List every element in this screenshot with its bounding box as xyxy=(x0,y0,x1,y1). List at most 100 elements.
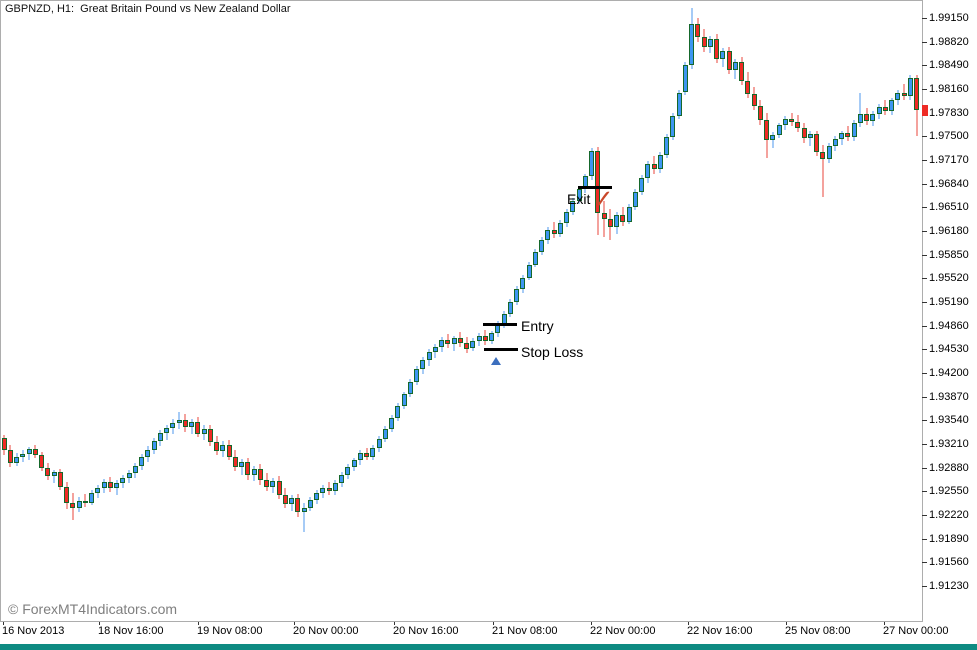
candle-bull xyxy=(777,125,782,134)
candle-bull xyxy=(433,347,438,352)
candle-bear xyxy=(458,338,463,342)
candle-bear xyxy=(914,78,919,110)
bottom-accent-bar xyxy=(0,644,977,650)
candle-bull xyxy=(870,114,875,121)
candle-bear xyxy=(183,420,188,428)
candle-bear xyxy=(58,472,63,487)
candle-bull xyxy=(664,137,669,155)
candle-bull xyxy=(720,51,725,59)
price-axis-label: 1.98820 xyxy=(929,36,969,48)
price-axis-label: 1.94200 xyxy=(929,367,969,379)
candle-bear xyxy=(652,164,657,169)
price-axis-label: 1.94860 xyxy=(929,320,969,332)
candle-bull xyxy=(314,493,319,499)
candle-bull xyxy=(658,155,663,169)
candle-bull xyxy=(389,418,394,429)
candle-bear xyxy=(108,482,113,488)
exit-label[interactable]: Exit xyxy=(567,191,590,207)
candle-bull xyxy=(220,445,225,451)
candle-wick xyxy=(903,84,905,100)
candle-bull xyxy=(27,449,32,454)
price-axis-label: 1.92880 xyxy=(929,462,969,474)
candle-bull xyxy=(533,252,538,265)
candle-bull xyxy=(733,62,738,70)
price-axis-label: 1.91890 xyxy=(929,533,969,545)
candle-bear xyxy=(795,122,800,128)
candle-bear xyxy=(33,449,38,455)
stop-loss-label[interactable]: Stop Loss xyxy=(521,344,583,360)
price-axis-tick xyxy=(922,373,927,374)
candle-bull xyxy=(102,482,107,488)
candle-bull xyxy=(133,466,138,472)
candle-bull xyxy=(370,448,375,457)
candle-bear xyxy=(277,481,282,495)
candle-bull xyxy=(858,114,863,123)
candle-bear xyxy=(364,453,369,457)
candle-bear xyxy=(8,450,13,463)
price-axis-label: 1.97830 xyxy=(929,107,969,119)
candle-bear xyxy=(70,503,75,508)
price-axis-label: 1.96840 xyxy=(929,178,969,190)
candle-bear xyxy=(745,81,750,94)
price-axis-label: 1.93870 xyxy=(929,391,969,403)
candle-bull xyxy=(477,336,482,341)
candle-bull xyxy=(589,151,594,176)
chart-window: GBPNZD, H1: Great Britain Pound vs New Z… xyxy=(0,0,977,650)
price-axis-label: 1.95190 xyxy=(929,296,969,308)
candle-bull xyxy=(308,500,313,508)
current-price-marker xyxy=(922,105,928,116)
price-axis-tick xyxy=(922,444,927,445)
candle-bull xyxy=(95,488,100,494)
candle-bull xyxy=(852,123,857,137)
candle-bull xyxy=(895,93,900,100)
candle-bull xyxy=(383,429,388,439)
price-axis-label: 1.99150 xyxy=(929,12,969,24)
candle-bear xyxy=(702,37,707,48)
candle-bear xyxy=(258,469,263,480)
candle-bull xyxy=(439,340,444,347)
candle-bull xyxy=(564,212,569,223)
candle-bear xyxy=(814,134,819,152)
time-axis-label: 22 Nov 16:00 xyxy=(687,625,752,637)
time-axis-label: 16 Nov 2013 xyxy=(2,625,64,637)
candle-bull xyxy=(877,107,882,114)
candle-bull xyxy=(127,473,132,478)
candle-bull xyxy=(158,433,163,441)
price-axis-tick xyxy=(922,207,927,208)
candle-bull xyxy=(420,360,425,369)
candle-bull xyxy=(833,139,838,146)
stop-loss-line[interactable] xyxy=(484,348,518,351)
price-axis-tick xyxy=(922,326,927,327)
time-axis-label: 22 Nov 00:00 xyxy=(590,625,655,637)
candle-bull xyxy=(139,457,144,466)
candle-bear xyxy=(902,93,907,96)
candle-bull xyxy=(395,406,400,418)
candle-bear xyxy=(820,152,825,159)
candle-bull xyxy=(170,423,175,428)
entry-label[interactable]: Entry xyxy=(521,318,554,334)
candle-bull xyxy=(645,164,650,178)
candle-bull xyxy=(189,422,194,428)
candle-bear xyxy=(2,438,7,449)
candle-bull xyxy=(408,382,413,394)
candle-bull xyxy=(270,481,275,487)
candle-bull xyxy=(377,439,382,448)
candle-bear xyxy=(714,39,719,59)
entry-line[interactable] xyxy=(483,323,517,326)
candle-bear xyxy=(295,498,300,512)
candle-bull xyxy=(627,207,632,221)
price-axis-tick xyxy=(922,255,927,256)
candle-bull xyxy=(470,341,475,348)
candle-bull xyxy=(339,475,344,483)
candle-bear xyxy=(695,24,700,36)
candle-bear xyxy=(764,120,769,139)
time-axis-label: 21 Nov 08:00 xyxy=(492,625,557,637)
candle-bull xyxy=(202,429,207,434)
price-axis-tick xyxy=(922,231,927,232)
chart-plot-area[interactable] xyxy=(0,0,923,622)
price-axis-tick xyxy=(922,136,927,137)
price-axis-label: 1.93210 xyxy=(929,438,969,450)
candle-bull xyxy=(239,462,244,467)
candle-bull xyxy=(889,100,894,111)
candle-bear xyxy=(864,114,869,121)
